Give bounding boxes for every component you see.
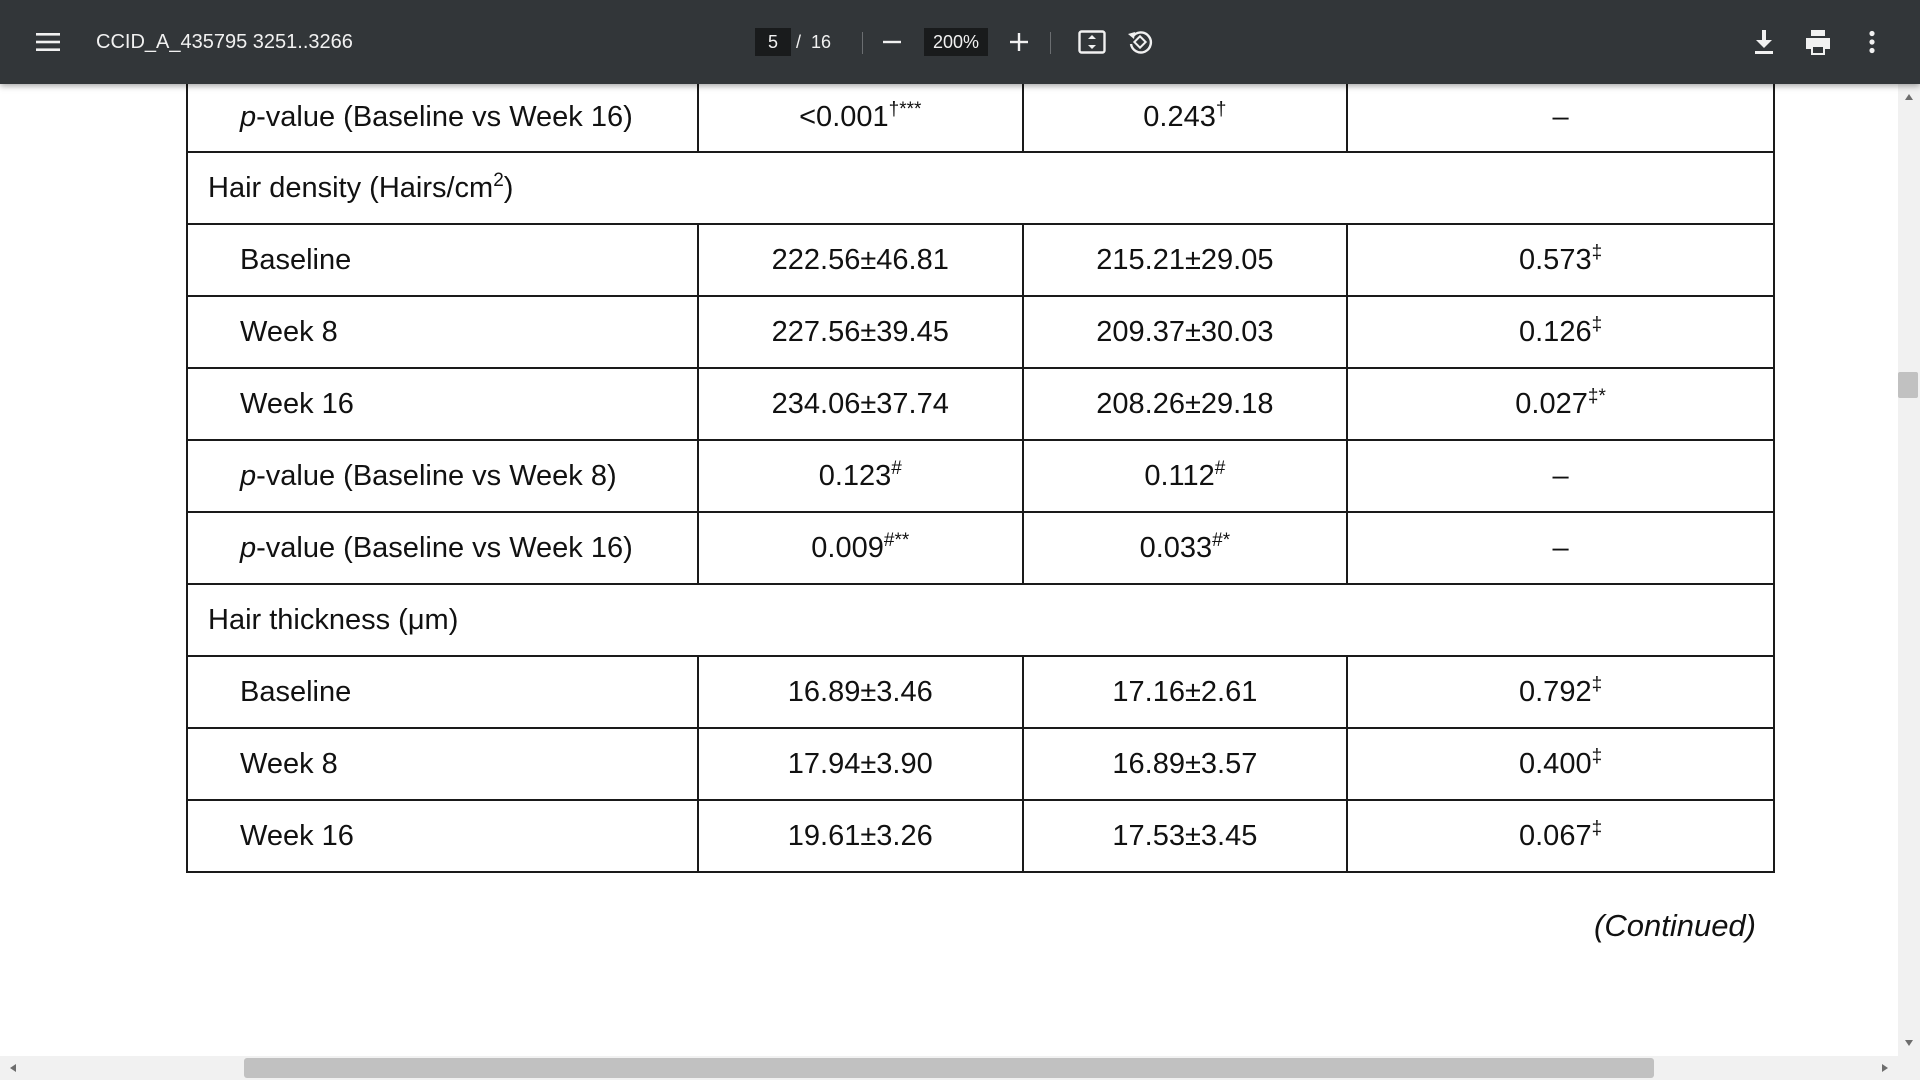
arrow-right-icon (1882, 1064, 1888, 1072)
table-cell: 208.26±29.18 (1021, 367, 1349, 441)
fit-to-page-button[interactable] (1072, 22, 1112, 62)
row-label: Baseline (186, 223, 699, 297)
download-button[interactable] (1744, 22, 1784, 62)
row-label: Week 8 (186, 727, 699, 801)
horizontal-scroll-thumb[interactable] (244, 1058, 1654, 1078)
table-cell: 0.112# (1021, 439, 1349, 513)
menu-icon (36, 33, 60, 51)
section-row: Hair density (Hairs/cm2) (186, 151, 1775, 225)
arrow-down-icon (1905, 1040, 1913, 1046)
rotate-icon (1128, 31, 1153, 54)
table-cell: 17.94±3.90 (696, 727, 1024, 801)
minus-icon (883, 40, 901, 44)
row-label: p-value (Baseline vs Week 8) (186, 439, 699, 513)
row-label: Week 8 (186, 295, 699, 369)
table-row: Week 8 17.94±3.90 16.89±3.57 0.400‡ (186, 727, 1775, 801)
row-label: Week 16 (186, 367, 699, 441)
page-separator: / (796, 32, 802, 52)
results-table: p-value (Baseline vs Week 16) <0.001†***… (186, 84, 1775, 873)
scrollbar-corner (1898, 1056, 1920, 1080)
row-label: Week 16 (186, 799, 699, 873)
table-cell: 227.56±39.45 (696, 295, 1024, 369)
menu-button[interactable] (24, 20, 72, 64)
table-cell: 0.027‡* (1346, 367, 1775, 441)
table-cell: 0.067‡ (1346, 799, 1775, 873)
table-cell: 17.53±3.45 (1021, 799, 1349, 873)
table-row: Baseline 222.56±46.81 215.21±29.05 0.573… (186, 223, 1775, 297)
table-cell: 0.400‡ (1346, 727, 1775, 801)
table-row: Week 16 19.61±3.26 17.53±3.45 0.067‡ (186, 799, 1775, 873)
table-cell: 19.61±3.26 (696, 799, 1024, 873)
table-row: p-value (Baseline vs Week 8) 0.123# 0.11… (186, 439, 1775, 513)
pdf-page-view[interactable]: p-value (Baseline vs Week 16) <0.001†***… (0, 84, 1898, 1056)
table-row: p-value (Baseline vs Week 16) <0.001†***… (186, 84, 1775, 153)
vertical-scroll-thumb[interactable] (1898, 372, 1918, 398)
arrow-left-icon (10, 1064, 16, 1072)
page-number-input[interactable] (755, 28, 791, 56)
table-cell: 215.21±29.05 (1021, 223, 1349, 297)
more-actions-button[interactable] (1852, 22, 1892, 62)
page-total: 16 (811, 32, 832, 52)
print-icon (1806, 30, 1830, 55)
table-cell: 16.89±3.57 (1021, 727, 1349, 801)
table-cell: 17.16±2.61 (1021, 655, 1349, 729)
table-cell: <0.001†*** (696, 84, 1024, 153)
scroll-up-button[interactable] (1898, 86, 1920, 108)
table-row: Baseline 16.89±3.46 17.16±2.61 0.792‡ (186, 655, 1775, 729)
arrow-up-icon (1905, 94, 1913, 100)
scroll-right-button[interactable] (1874, 1057, 1896, 1079)
table-row: Week 8 227.56±39.45 209.37±30.03 0.126‡ (186, 295, 1775, 369)
table-row: p-value (Baseline vs Week 16) 0.009#** 0… (186, 511, 1775, 585)
row-label: p-value (Baseline vs Week 16) (186, 511, 699, 585)
table-cell: – (1346, 439, 1775, 513)
zoom-out-button[interactable] (872, 22, 912, 62)
download-icon (1755, 30, 1773, 54)
continued-note: (Continued) (1594, 908, 1756, 943)
plus-icon (1010, 33, 1028, 51)
section-row: Hair thickness (μm) (186, 583, 1775, 657)
more-vert-icon (1869, 30, 1875, 54)
table-cell: 16.89±3.46 (696, 655, 1024, 729)
table-cell: 234.06±37.74 (696, 367, 1024, 441)
vertical-scrollbar[interactable] (1898, 84, 1920, 1056)
table-cell: – (1346, 84, 1775, 153)
row-label: Baseline (186, 655, 699, 729)
table-cell: 0.243† (1021, 84, 1349, 153)
row-label: p-value (Baseline vs Week 16) (186, 84, 699, 153)
rotate-button[interactable] (1120, 22, 1160, 62)
section-header-hair-density: Hair density (Hairs/cm2) (186, 151, 1775, 225)
pdf-toolbar: CCID_A_435795 3251..3266 / 16 (0, 0, 1920, 84)
toolbar-divider (1050, 32, 1051, 54)
scroll-left-button[interactable] (2, 1057, 24, 1079)
table-cell: 0.126‡ (1346, 295, 1775, 369)
table-cell: 0.033#* (1021, 511, 1349, 585)
document-title: CCID_A_435795 3251..3266 (96, 31, 353, 53)
table-cell: 0.123# (696, 439, 1024, 513)
table-cell: 0.009#** (696, 511, 1024, 585)
table-row: Week 16 234.06±37.74 208.26±29.18 0.027‡… (186, 367, 1775, 441)
scroll-down-button[interactable] (1898, 1032, 1920, 1054)
section-header-hair-thickness: Hair thickness (μm) (186, 583, 1775, 657)
table-cell: 0.792‡ (1346, 655, 1775, 729)
zoom-in-button[interactable] (999, 22, 1039, 62)
fit-page-icon (1078, 30, 1106, 54)
table-cell: 222.56±46.81 (696, 223, 1024, 297)
table-cell: – (1346, 511, 1775, 585)
toolbar-divider (862, 32, 863, 54)
print-button[interactable] (1798, 22, 1838, 62)
table-cell: 209.37±30.03 (1021, 295, 1349, 369)
table-cell: 0.573‡ (1346, 223, 1775, 297)
zoom-level-input[interactable] (924, 28, 988, 56)
